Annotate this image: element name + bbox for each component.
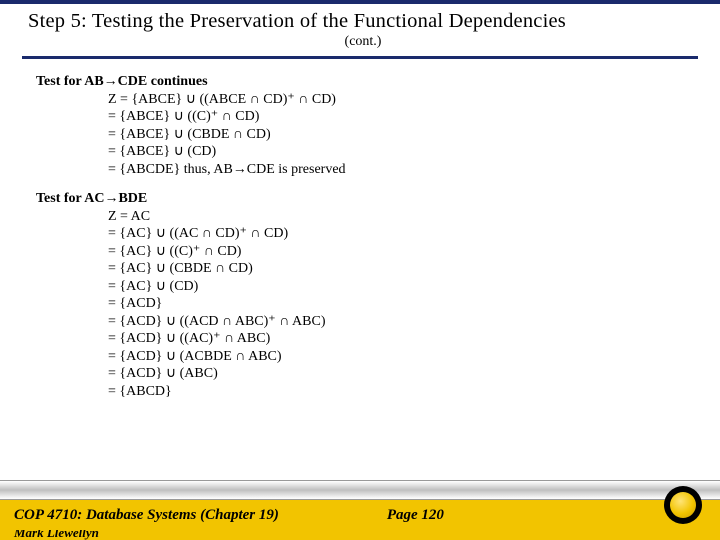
footer-wrap: COP 4710: Database Systems (Chapter 19) …: [0, 480, 720, 540]
eq-line: = {ACD} ∪ ((ACD ∩ ABC)⁺ ∩ ABC): [36, 313, 692, 331]
eq-line: = {ACD} ∪ (ACBDE ∩ ABC): [36, 348, 692, 366]
block1-heading: Test for AB→CDE continues: [36, 73, 692, 91]
eq-line: = {AC} ∪ (CBDE ∩ CD): [36, 260, 692, 278]
ucf-logo-icon: [664, 486, 702, 524]
eq-line: = {ABCE} ∪ ((C)⁺ ∩ CD): [36, 108, 692, 126]
content-area: Test for AB→CDE continues Z = {ABCE} ∪ (…: [0, 59, 720, 400]
footer-author: Mark Llewellyn: [0, 530, 720, 540]
eq-line: = {ACD} ∪ ((AC)⁺ ∩ ABC): [36, 330, 692, 348]
footer-bar: COP 4710: Database Systems (Chapter 19) …: [0, 500, 720, 530]
eq-line: = {ABCE} ∪ (CD): [36, 143, 692, 161]
footer-course: COP 4710: Database Systems (Chapter 19): [14, 507, 279, 524]
eq-line: = {ACD} ∪ (ABC): [36, 365, 692, 383]
eq-line: = {AC} ∪ (CD): [36, 278, 692, 296]
slide: Step 5: Testing the Preservation of the …: [0, 0, 720, 540]
gradient-bar: [0, 480, 720, 500]
ucf-logo-inner: [670, 492, 696, 518]
eq-line: = {ABCE} ∪ (CBDE ∩ CD): [36, 126, 692, 144]
eq-line: = {ACD}: [36, 295, 692, 313]
eq-line: = {ABCD}: [36, 383, 692, 401]
eq-line: Z = {ABCE} ∪ ((ABCE ∩ CD)⁺ ∩ CD): [36, 91, 692, 109]
eq-line: Z = AC: [36, 208, 692, 226]
block2-heading: Test for AC→BDE: [36, 190, 692, 208]
slide-subtitle: (cont.): [28, 34, 698, 50]
eq-line: = {ABCDE} thus, AB→CDE is preserved: [36, 161, 692, 179]
title-area: Step 5: Testing the Preservation of the …: [0, 4, 720, 52]
eq-line: = {AC} ∪ ((AC ∩ CD)⁺ ∩ CD): [36, 225, 692, 243]
eq-line: = {AC} ∪ ((C)⁺ ∩ CD): [36, 243, 692, 261]
footer-page: Page 120: [387, 507, 444, 524]
slide-title: Step 5: Testing the Preservation of the …: [28, 10, 698, 33]
